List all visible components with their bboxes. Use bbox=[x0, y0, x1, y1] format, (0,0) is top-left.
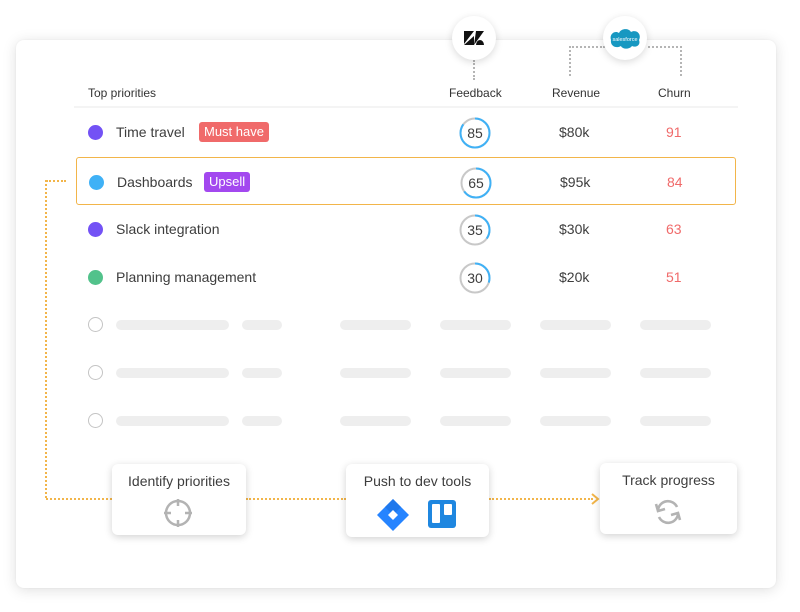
salesforce-connector-right bbox=[648, 46, 682, 48]
placeholder-row bbox=[76, 313, 736, 337]
priority-name: Time travel bbox=[116, 124, 185, 140]
salesforce-connector-left bbox=[569, 46, 605, 48]
priority-row[interactable]: Planning management 30 $20k 51 bbox=[76, 253, 736, 301]
priority-name: Planning management bbox=[116, 269, 257, 285]
step-title: Push to dev tools bbox=[363, 473, 472, 489]
placeholder-bar bbox=[640, 368, 711, 378]
header-revenue[interactable]: Revenue bbox=[552, 86, 600, 100]
placeholder-circle bbox=[88, 413, 103, 428]
placeholder-bar bbox=[640, 320, 711, 330]
placeholder-bar bbox=[116, 320, 229, 330]
placeholder-bar bbox=[242, 416, 282, 426]
feedback-score: 85 bbox=[467, 125, 483, 141]
step-track-progress[interactable]: Track progress bbox=[600, 463, 737, 534]
svg-text:salesforce: salesforce bbox=[612, 37, 637, 43]
feedback-score: 30 bbox=[467, 270, 483, 286]
crosshair-icon bbox=[164, 499, 192, 527]
priority-tag[interactable]: Must have bbox=[199, 122, 269, 142]
sync-icon bbox=[654, 499, 682, 525]
placeholder-bar bbox=[340, 368, 411, 378]
revenue-value: $80k bbox=[559, 124, 590, 140]
placeholder-bar bbox=[440, 368, 511, 378]
churn-value: 84 bbox=[667, 174, 683, 190]
placeholder-bar bbox=[116, 368, 229, 378]
placeholder-circle bbox=[88, 365, 103, 380]
placeholder-bar bbox=[340, 416, 411, 426]
header-feedback[interactable]: Feedback bbox=[449, 86, 502, 100]
feedback-score-ring: 35 bbox=[459, 214, 491, 246]
step-identify-priorities[interactable]: Identify priorities bbox=[112, 464, 246, 535]
jira-logo-icon bbox=[377, 499, 409, 531]
revenue-connector bbox=[569, 46, 571, 76]
priority-name: Slack integration bbox=[116, 221, 220, 237]
placeholder-bar bbox=[440, 416, 511, 426]
placeholder-bar bbox=[242, 368, 282, 378]
salesforce-badge: salesforce bbox=[603, 16, 647, 60]
churn-connector bbox=[680, 46, 682, 76]
revenue-value: $95k bbox=[560, 174, 591, 190]
status-dot bbox=[88, 270, 103, 285]
salesforce-logo-icon: salesforce bbox=[610, 29, 640, 49]
placeholder-bar bbox=[540, 416, 611, 426]
header-churn[interactable]: Churn bbox=[658, 86, 691, 100]
placeholder-row bbox=[76, 361, 736, 385]
header-top-priorities: Top priorities bbox=[88, 86, 157, 100]
flow-arrow-icon bbox=[591, 493, 600, 505]
placeholder-bar bbox=[540, 320, 611, 330]
feedback-score-ring: 65 bbox=[460, 167, 492, 199]
step-title: Track progress bbox=[622, 472, 715, 488]
flow-line-bottom-2 bbox=[246, 498, 346, 500]
placeholder-row bbox=[76, 409, 736, 433]
churn-value: 63 bbox=[666, 221, 682, 237]
status-dot bbox=[89, 175, 104, 190]
flow-line-bottom-1 bbox=[46, 498, 112, 500]
priority-tag[interactable]: Upsell bbox=[204, 172, 251, 192]
feedback-score: 35 bbox=[467, 222, 483, 238]
flow-line-bottom-3 bbox=[489, 498, 593, 500]
placeholder-bar bbox=[340, 320, 411, 330]
priority-row[interactable]: Dashboards Upsell 65 $95k 84 bbox=[76, 157, 736, 205]
placeholder-bar bbox=[116, 416, 229, 426]
priority-name: Dashboards bbox=[117, 174, 193, 190]
trello-logo-icon bbox=[428, 500, 456, 528]
status-dot bbox=[88, 222, 103, 237]
table-header: Top priorities Feedback Revenue Churn bbox=[74, 80, 738, 108]
churn-value: 51 bbox=[666, 269, 682, 285]
zendesk-badge bbox=[452, 16, 496, 60]
zendesk-logo-icon bbox=[464, 31, 484, 45]
placeholder-bar bbox=[640, 416, 711, 426]
placeholder-circle bbox=[88, 317, 103, 332]
churn-value: 91 bbox=[666, 124, 682, 140]
zendesk-connector bbox=[473, 60, 475, 80]
placeholder-bar bbox=[440, 320, 511, 330]
revenue-value: $30k bbox=[559, 221, 590, 237]
flow-line-top bbox=[46, 180, 66, 182]
feedback-score-ring: 85 bbox=[459, 117, 491, 149]
priority-row[interactable]: Time travel Must have 85 $80k 91 bbox=[76, 108, 736, 156]
priority-row[interactable]: Slack integration 35 $30k 63 bbox=[76, 205, 736, 253]
step-push-to-dev-tools[interactable]: Push to dev tools bbox=[346, 464, 489, 537]
placeholder-bar bbox=[540, 368, 611, 378]
flow-line-left bbox=[45, 180, 47, 498]
step-title: Identify priorities bbox=[128, 473, 230, 489]
status-dot bbox=[88, 125, 103, 140]
feedback-score: 65 bbox=[468, 175, 484, 191]
feedback-score-ring: 30 bbox=[459, 262, 491, 294]
revenue-value: $20k bbox=[559, 269, 590, 285]
placeholder-bar bbox=[242, 320, 282, 330]
